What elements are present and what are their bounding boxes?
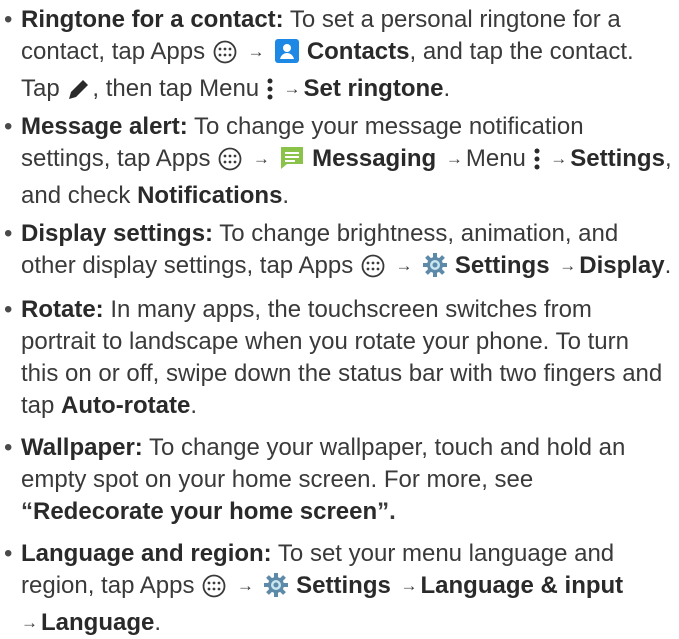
- bullet: •: [4, 434, 13, 461]
- item-text: settings, tap Apps: [21, 145, 211, 172]
- arrow: →: [236, 576, 254, 595]
- auto-rotate-label: Auto-rotate: [61, 392, 191, 419]
- arrow: →: [395, 256, 413, 275]
- bullet: •: [4, 113, 13, 140]
- item-text: To set your menu language and: [277, 540, 615, 567]
- settings-label: Settings: [296, 572, 391, 599]
- messaging-label: Messaging: [312, 145, 437, 172]
- pencil-icon: [66, 77, 92, 110]
- item-text: Menu: [465, 145, 526, 172]
- arrow: →: [252, 149, 270, 168]
- list-item-ringtone: • Ringtone for a contact: To set a perso…: [0, 4, 670, 110]
- list-item-language-region: • Language and region: To set your menu …: [0, 538, 670, 639]
- item-title: Ringtone for a contact:: [21, 6, 284, 33]
- item-text: .: [664, 252, 672, 279]
- bullet: •: [4, 296, 13, 323]
- bullet: •: [4, 220, 13, 247]
- item-text: .: [443, 75, 451, 102]
- redecorate-link[interactable]: Redecorate your home screen: [33, 498, 377, 525]
- apps-icon: [360, 254, 386, 287]
- settings-label: Settings: [454, 252, 550, 279]
- display-label: Display: [579, 252, 665, 279]
- arrow: →: [445, 149, 463, 168]
- settings-gear-icon: [422, 252, 448, 287]
- messaging-icon: [279, 145, 305, 180]
- contacts-icon: [274, 38, 300, 73]
- item-text: To set a personal ringtone for a: [289, 6, 621, 33]
- contacts-label: Contacts: [306, 38, 410, 65]
- item-text: region, tap Apps: [21, 572, 195, 599]
- bullet: •: [4, 540, 13, 567]
- item-text: and check: [21, 182, 131, 209]
- item-text: “: [21, 498, 33, 525]
- item-title: Language and region:: [21, 540, 272, 567]
- arrow: →: [550, 149, 568, 168]
- notifications-label: Notifications: [137, 182, 283, 209]
- item-title: Message alert:: [21, 113, 188, 140]
- item-text: tap: [21, 392, 55, 419]
- item-text: , and tap the contact.: [409, 38, 634, 65]
- bullet: •: [4, 6, 13, 33]
- item-text: , then tap Menu: [92, 75, 260, 102]
- item-text: contact, tap Apps: [21, 38, 206, 65]
- item-title: Wallpaper:: [21, 434, 143, 461]
- language-input-label: Language & input: [420, 572, 624, 599]
- item-text: portrait to landscape when you rotate yo…: [21, 328, 629, 355]
- item-text: ,: [664, 145, 672, 172]
- apps-icon: [212, 40, 238, 73]
- apps-icon: [217, 147, 243, 180]
- arrow: →: [400, 576, 418, 595]
- apps-icon: [201, 574, 227, 607]
- list-item-rotate: • Rotate: In many apps, the touchscreen …: [0, 294, 670, 422]
- item-text: To change your wallpaper, touch and hold…: [149, 434, 626, 461]
- arrow: →: [21, 613, 38, 632]
- item-title: Rotate:: [21, 296, 104, 323]
- item-text: Tap: [21, 75, 60, 102]
- item-text: empty spot on your home screen. For more…: [21, 466, 534, 493]
- settings-gear-icon: [263, 572, 289, 607]
- item-text: this on or off, swipe down the status ba…: [21, 360, 663, 387]
- item-text: .: [190, 392, 198, 419]
- menu-icon: [266, 77, 274, 110]
- list-item-wallpaper: • Wallpaper: To change your wallpaper, t…: [0, 432, 670, 528]
- item-text: .: [282, 182, 290, 209]
- arrow: →: [559, 256, 577, 275]
- item-text: To change your message notification: [193, 113, 584, 140]
- list-item-message-alert: • Message alert: To change your message …: [0, 111, 672, 212]
- arrow: →: [283, 79, 301, 98]
- arrow: →: [247, 42, 265, 61]
- menu-icon: [533, 147, 541, 180]
- item-text: In many apps, the touchscreen switches f…: [110, 296, 592, 323]
- item-text: other display settings, tap Apps: [21, 252, 354, 279]
- set-ringtone-label: Set ringtone: [303, 75, 444, 102]
- item-title: Display settings:: [21, 220, 214, 247]
- item-text: To change brightness, animation, and: [219, 220, 619, 247]
- item-text: ”.: [377, 498, 396, 525]
- settings-label: Settings: [570, 145, 665, 172]
- list-item-display-settings: • Display settings: To change brightness…: [0, 218, 672, 287]
